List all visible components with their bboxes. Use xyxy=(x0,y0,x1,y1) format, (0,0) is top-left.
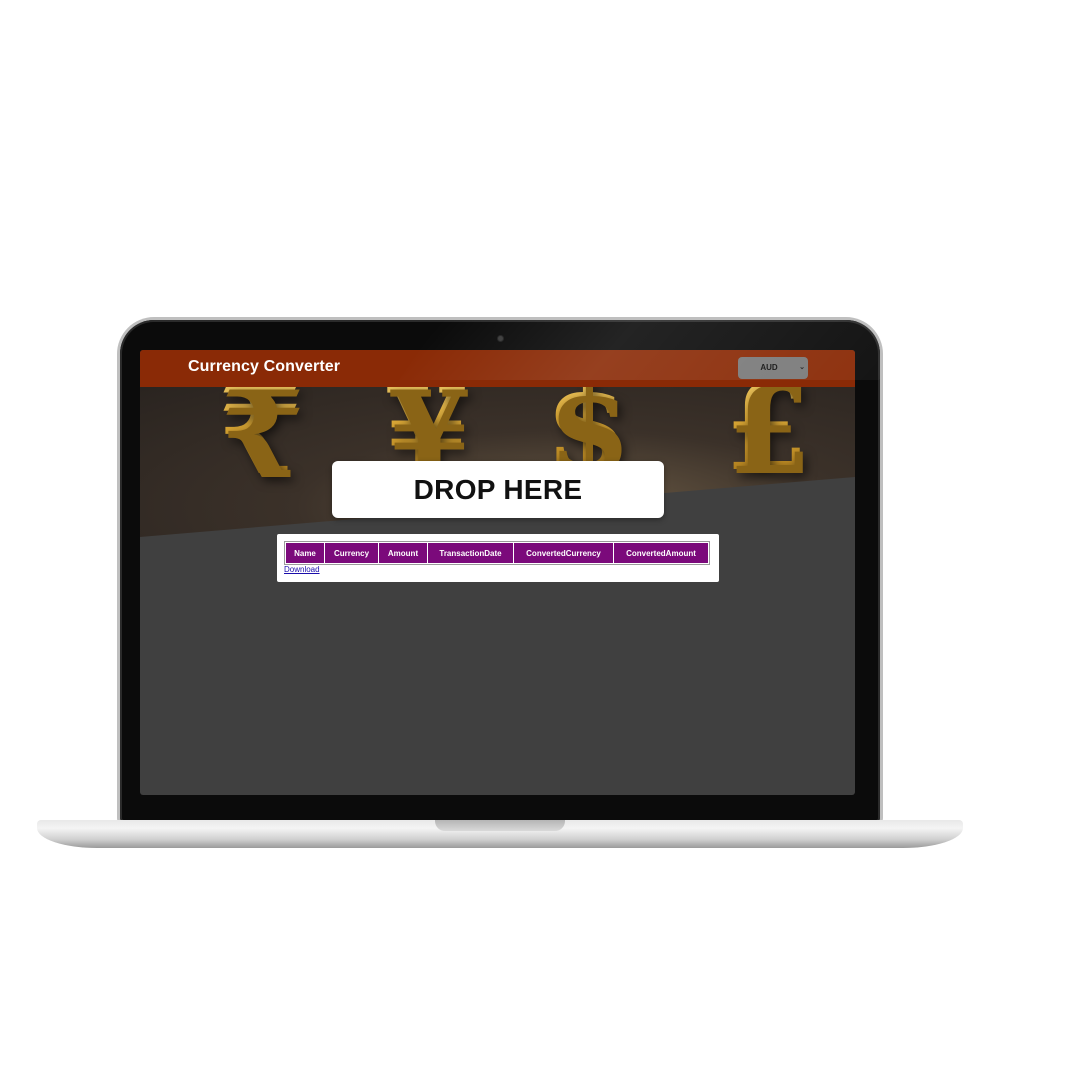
column-header-amount: Amount xyxy=(379,543,427,563)
column-header-name: Name xyxy=(286,543,324,563)
column-header-converted-currency: ConvertedCurrency xyxy=(514,543,613,563)
laptop-base xyxy=(37,820,963,848)
chevron-down-icon: ⌄ xyxy=(799,364,805,371)
currency-select[interactable]: AUD ⌄ xyxy=(738,357,808,379)
download-link[interactable]: Download xyxy=(284,565,320,574)
laptop-notch xyxy=(435,820,565,831)
app-header: Currency Converter AUD ⌄ xyxy=(140,350,855,387)
pound-symbol-image: £ xyxy=(725,387,809,498)
app-screen: Currency Converter AUD ⌄ ₹ ¥ $ £ DROP HE… xyxy=(140,350,855,795)
rupee-symbol-image: ₹ xyxy=(218,387,302,502)
camera-icon xyxy=(498,336,503,341)
app-title: Currency Converter xyxy=(188,358,341,375)
table-header-row: Name Currency Amount TransactionDate Con… xyxy=(286,543,708,563)
column-header-currency: Currency xyxy=(325,543,378,563)
file-drop-zone[interactable]: DROP HERE xyxy=(332,461,664,518)
currency-select-value: AUD xyxy=(760,363,778,372)
transactions-table: Name Currency Amount TransactionDate Con… xyxy=(284,541,710,565)
transactions-panel: Name Currency Amount TransactionDate Con… xyxy=(277,534,719,582)
column-header-transaction-date: TransactionDate xyxy=(428,543,513,563)
laptop-lid: Currency Converter AUD ⌄ ₹ ¥ $ £ DROP HE… xyxy=(120,320,880,822)
drop-zone-label: DROP HERE xyxy=(413,473,583,505)
column-header-converted-amount: ConvertedAmount xyxy=(614,543,708,563)
laptop-mockup: Currency Converter AUD ⌄ ₹ ¥ $ £ DROP HE… xyxy=(0,0,1080,1080)
